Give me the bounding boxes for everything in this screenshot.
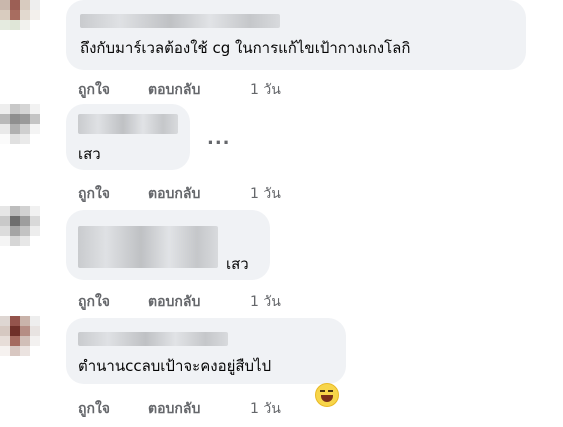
avatar[interactable] <box>0 316 40 356</box>
comment-item: ตำนานccลบเป้าจะคงอยู่สืบไป ถูกใจ ตอบกลับ… <box>0 316 563 427</box>
comment-bubble: เสว <box>66 104 190 170</box>
reply-button[interactable]: ตอบกลับ <box>148 291 200 313</box>
author-name[interactable] <box>78 226 218 268</box>
comment-text: ตำนานccลบเป้าจะคงอยู่สืบไป <box>78 357 272 375</box>
comment-item: เสว ถูกใจ ตอบกลับ 1 วัน <box>0 206 563 310</box>
like-button[interactable]: ถูกใจ <box>78 291 110 313</box>
like-button[interactable]: ถูกใจ <box>78 79 110 101</box>
more-options-icon[interactable]: ... <box>207 128 231 149</box>
comment-item: ถึงกับมาร์เวลต้องใช้ cg ในการแก้ไขเป้ากา… <box>0 0 563 100</box>
reply-button[interactable]: ตอบกลับ <box>148 398 200 420</box>
author-name[interactable] <box>78 114 178 134</box>
author-name[interactable] <box>80 14 280 28</box>
timestamp[interactable]: 1 วัน <box>250 398 281 420</box>
avatar[interactable] <box>0 206 40 246</box>
comment-bubble: เสว <box>66 210 270 280</box>
comment-text: เสว <box>226 255 249 273</box>
timestamp[interactable]: 1 วัน <box>250 79 281 101</box>
timestamp[interactable]: 1 วัน <box>250 183 281 205</box>
reply-button[interactable]: ตอบกลับ <box>148 79 200 101</box>
comment-text: ถึงกับมาร์เวลต้องใช้ cg ในการแก้ไขเป้ากา… <box>80 39 411 57</box>
like-button[interactable]: ถูกใจ <box>78 398 110 420</box>
reply-button[interactable]: ตอบกลับ <box>148 183 200 205</box>
comment-bubble: ตำนานccลบเป้าจะคงอยู่สืบไป <box>66 318 346 384</box>
comment-bubble: ถึงกับมาร์เวลต้องใช้ cg ในการแก้ไขเป้ากา… <box>66 0 526 70</box>
comment-text: เสว <box>78 145 101 163</box>
timestamp[interactable]: 1 วัน <box>250 291 281 313</box>
comment-item: เสว ... ถูกใจ ตอบกลับ 1 วัน <box>0 104 563 208</box>
avatar[interactable] <box>0 0 40 40</box>
laughing-emoji-icon <box>315 383 339 407</box>
avatar[interactable] <box>0 104 40 144</box>
author-name[interactable] <box>78 332 228 346</box>
like-button[interactable]: ถูกใจ <box>78 183 110 205</box>
